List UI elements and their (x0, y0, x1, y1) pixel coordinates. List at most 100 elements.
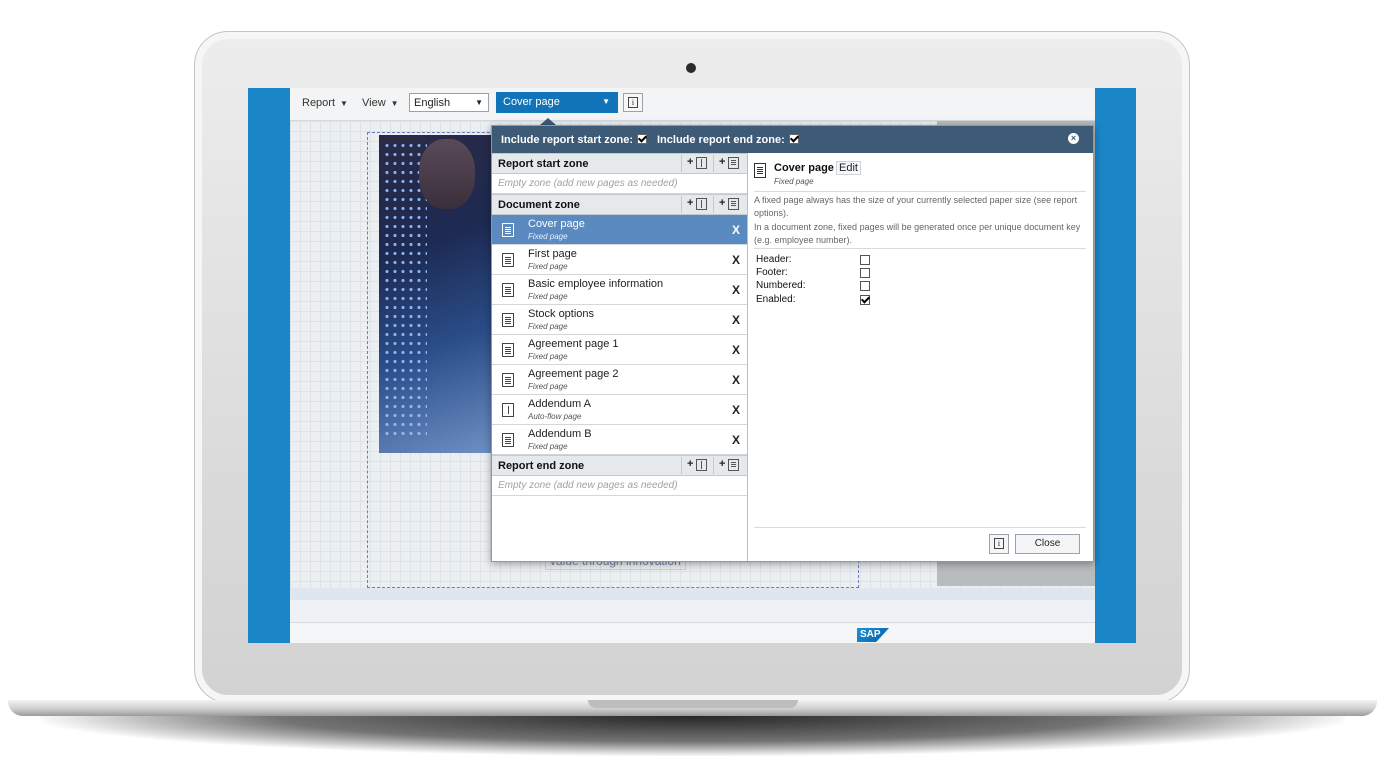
laptop-notch (588, 700, 798, 708)
page-row-agreement-page-2[interactable]: Agreement page 2 Fixed page X (492, 365, 747, 395)
page-select[interactable]: Cover page ▼ (496, 92, 618, 113)
include-start-checkbox[interactable] (637, 134, 648, 144)
page-name: Cover page (528, 218, 585, 230)
page-name: Stock options (528, 308, 595, 320)
include-end-zone[interactable]: Include report end zone: (657, 134, 799, 146)
remove-page-button[interactable]: X (732, 343, 740, 357)
page-row-basic-employee-information[interactable]: Basic employee information Fixed page X (492, 275, 747, 305)
sap-logo: SAP (857, 628, 889, 642)
fixed-page-icon (502, 253, 514, 267)
page-row-stock-options[interactable]: Stock options Fixed page X (492, 305, 747, 335)
add-auto-flow-page-button[interactable]: + (681, 196, 714, 213)
fixed-page-icon (728, 198, 739, 210)
remove-page-button[interactable]: X (732, 403, 740, 417)
numbered-checkbox[interactable] (860, 281, 870, 291)
close-icon[interactable]: × (1068, 133, 1079, 144)
info-icon: i (994, 538, 1004, 549)
end-zone-title: Report end zone (498, 460, 585, 472)
page-type: Fixed page (528, 442, 568, 451)
fixed-page-icon (502, 373, 514, 387)
fixed-page-icon (502, 313, 514, 327)
remove-page-button[interactable]: X (732, 313, 740, 327)
add-fixed-page-button[interactable]: + (713, 155, 746, 172)
view-menu-label: View (362, 97, 386, 109)
remove-page-button[interactable]: X (732, 433, 740, 447)
end-zone-empty-text: Empty zone (add new pages as needed) (498, 480, 678, 491)
include-start-label: Include report start zone: (501, 134, 634, 146)
caret-down-icon: ▼ (390, 99, 399, 108)
page-row-first-page[interactable]: First page Fixed page X (492, 245, 747, 275)
remove-page-button[interactable]: X (732, 283, 740, 297)
caret-down-icon: ▼ (602, 97, 610, 106)
header-checkbox[interactable] (860, 255, 870, 265)
auto-flow-page-icon (696, 198, 707, 210)
plus-icon: + (719, 458, 726, 470)
dialog-header: Include report start zone: Include repor… (492, 126, 1093, 153)
remove-page-button[interactable]: X (732, 373, 740, 387)
page-row-agreement-page-1[interactable]: Agreement page 1 Fixed page X (492, 335, 747, 365)
footer-band (290, 600, 1095, 623)
close-button[interactable]: Close (1015, 534, 1080, 554)
plus-icon: + (687, 156, 694, 168)
report-menu-label: Report (302, 97, 336, 109)
page-details-pane: Cover page Edit Fixed page A fixed page … (748, 153, 1093, 561)
enabled-checkbox[interactable] (860, 295, 870, 305)
page-type: Fixed page (528, 232, 568, 241)
page-name: Basic employee information (528, 278, 664, 290)
fixed-page-icon (728, 157, 739, 169)
language-select[interactable]: English ▼ (409, 93, 489, 112)
page-type: Fixed page (528, 382, 568, 391)
page-type: Fixed page (528, 262, 568, 271)
header-prop-label: Header: (756, 254, 792, 265)
auto-flow-page-icon (696, 459, 707, 471)
end-zone-empty: Empty zone (add new pages as needed) (492, 476, 747, 496)
page-row-addendum-b[interactable]: Addendum B Fixed page X (492, 425, 747, 455)
fixed-page-icon (754, 163, 766, 178)
footer-checkbox[interactable] (860, 268, 870, 278)
report-menu[interactable]: Report ▼ (302, 97, 348, 109)
add-fixed-page-button[interactable]: + (713, 196, 746, 213)
page-name: First page (528, 248, 577, 260)
start-zone-title: Report start zone (498, 158, 589, 170)
remove-page-button[interactable]: X (732, 223, 740, 237)
fixed-page-icon (502, 343, 514, 357)
zones-pane: Report start zone + + Empty zone (add ne… (492, 153, 748, 561)
include-end-checkbox[interactable] (788, 134, 799, 144)
divider (754, 527, 1086, 528)
detail-description-2: In a document zone, fixed pages will be … (754, 222, 1081, 245)
fixed-page-icon (502, 283, 514, 297)
fixed-page-icon (502, 223, 514, 237)
view-menu[interactable]: View ▼ (362, 97, 399, 109)
add-auto-flow-page-button[interactable]: + (681, 155, 714, 172)
page-type: Fixed page (528, 292, 568, 301)
page-select-value: Cover page (503, 96, 560, 108)
page-name: Addendum B (528, 428, 592, 440)
plus-icon: + (687, 197, 694, 209)
include-end-label: Include report end zone: (657, 134, 785, 146)
camera-dot (686, 63, 696, 73)
dialog-pointer (540, 118, 556, 125)
divider (754, 248, 1086, 249)
fixed-page-icon (502, 433, 514, 447)
toolbar-info-button[interactable]: i (623, 93, 643, 112)
page-type: Auto-flow page (528, 412, 582, 421)
remove-page-button[interactable]: X (732, 253, 740, 267)
edit-button[interactable]: Edit (836, 161, 861, 175)
toolbar: Report ▼ View ▼ English ▼ Cover page ▼ i (290, 88, 1095, 121)
language-value: English (414, 97, 451, 109)
footer-prop-label: Footer: (756, 267, 788, 278)
page-zones-dialog: Include report start zone: Include repor… (491, 125, 1094, 562)
start-zone-empty-text: Empty zone (add new pages as needed) (498, 178, 678, 189)
page-name: Agreement page 2 (528, 368, 619, 380)
add-auto-flow-page-button[interactable]: + (681, 457, 714, 474)
page-row-addendum-a[interactable]: Addendum A Auto-flow page X (492, 395, 747, 425)
detail-title: Cover page (774, 162, 834, 174)
include-start-zone[interactable]: Include report start zone: (501, 134, 648, 146)
auto-flow-page-icon (696, 157, 707, 169)
person-figure (419, 139, 475, 209)
detail-info-button[interactable]: i (989, 534, 1009, 554)
page-type: Fixed page (528, 352, 568, 361)
add-fixed-page-button[interactable]: + (713, 457, 746, 474)
page-row-cover-page[interactable]: Cover page Fixed page X (492, 215, 747, 245)
cover-photo (379, 135, 491, 453)
